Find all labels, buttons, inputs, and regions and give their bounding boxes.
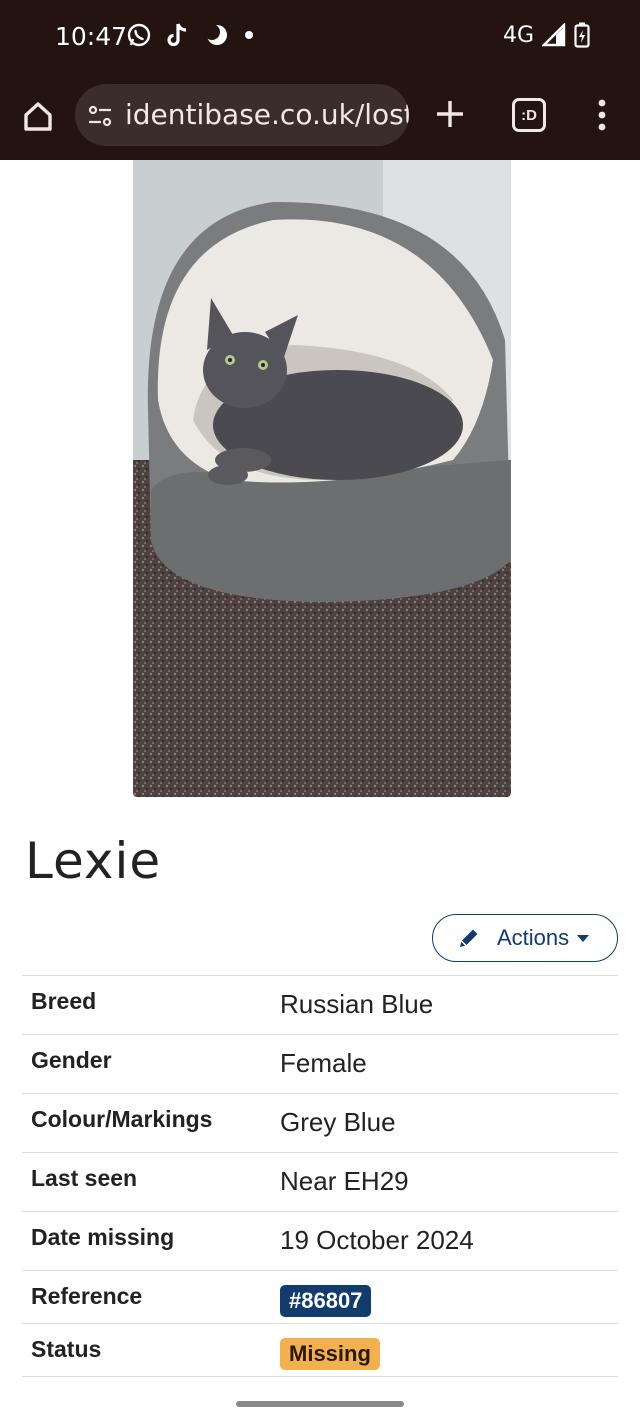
system-icons: 4G — [503, 22, 590, 48]
status-badge: Missing — [280, 1338, 380, 1370]
gesture-bar[interactable] — [236, 1401, 404, 1407]
detail-label: Breed — [31, 988, 97, 1014]
detail-row-date-missing: Date missing 19 October 2024 — [22, 1211, 618, 1271]
detail-row-status: Status Missing — [22, 1323, 618, 1377]
detail-row-last-seen: Last seen Near EH29 — [22, 1152, 618, 1212]
detail-value: Female — [280, 1048, 367, 1078]
more-vert-icon[interactable] — [590, 96, 614, 134]
detail-label: Date missing — [31, 1224, 175, 1250]
battery-charging-icon — [574, 22, 590, 48]
address-bar[interactable]: identibase.co.uk/lost- — [75, 84, 409, 146]
reference-badge: #86807 — [280, 1285, 372, 1317]
network-type: 4G — [502, 22, 534, 48]
detail-value: Russian Blue — [280, 989, 434, 1019]
site-settings-icon[interactable] — [87, 103, 113, 129]
detail-label: Last seen — [31, 1165, 138, 1191]
cat-in-bed-photo — [133, 160, 511, 797]
detail-label: Reference — [31, 1283, 143, 1309]
status-bar: 10:47 4G — [0, 0, 640, 76]
detail-row-breed: Breed Russian Blue — [22, 975, 618, 1035]
detail-value: 19 October 2024 — [280, 1225, 474, 1255]
home-icon[interactable] — [18, 96, 58, 136]
detail-value: Grey Blue — [280, 1107, 396, 1137]
dot-icon — [245, 31, 253, 39]
url-text[interactable]: identibase.co.uk/lost- — [125, 98, 409, 131]
plus-icon[interactable] — [432, 96, 468, 132]
browser-toolbar: identibase.co.uk/lost- :D — [0, 76, 640, 160]
detail-label: Colour/Markings — [31, 1106, 213, 1132]
whatsapp-icon — [127, 23, 151, 47]
detail-label: Gender — [31, 1047, 112, 1073]
pencil-icon — [460, 929, 478, 947]
tab-switcher-label: :D — [521, 106, 537, 124]
detail-label: Status — [31, 1336, 102, 1362]
caret-down-icon — [577, 934, 590, 942]
detail-value: Near EH29 — [280, 1166, 409, 1196]
detail-row-colour: Colour/Markings Grey Blue — [22, 1093, 618, 1153]
detail-row-reference: Reference #86807 — [22, 1270, 618, 1324]
tiktok-icon — [167, 23, 187, 47]
moon-icon — [204, 24, 227, 45]
signal-icon — [542, 23, 566, 47]
actions-label: Actions — [497, 925, 570, 950]
page-title: Lexie — [25, 832, 162, 890]
tab-switcher-button[interactable]: :D — [512, 98, 546, 132]
pet-details-table: Breed Russian Blue Gender Female Colour/… — [22, 975, 618, 1377]
actions-button[interactable]: Actions — [432, 914, 618, 962]
detail-row-gender: Gender Female — [22, 1034, 618, 1094]
status-time: 10:47 — [55, 22, 128, 51]
notification-icons — [126, 22, 254, 48]
